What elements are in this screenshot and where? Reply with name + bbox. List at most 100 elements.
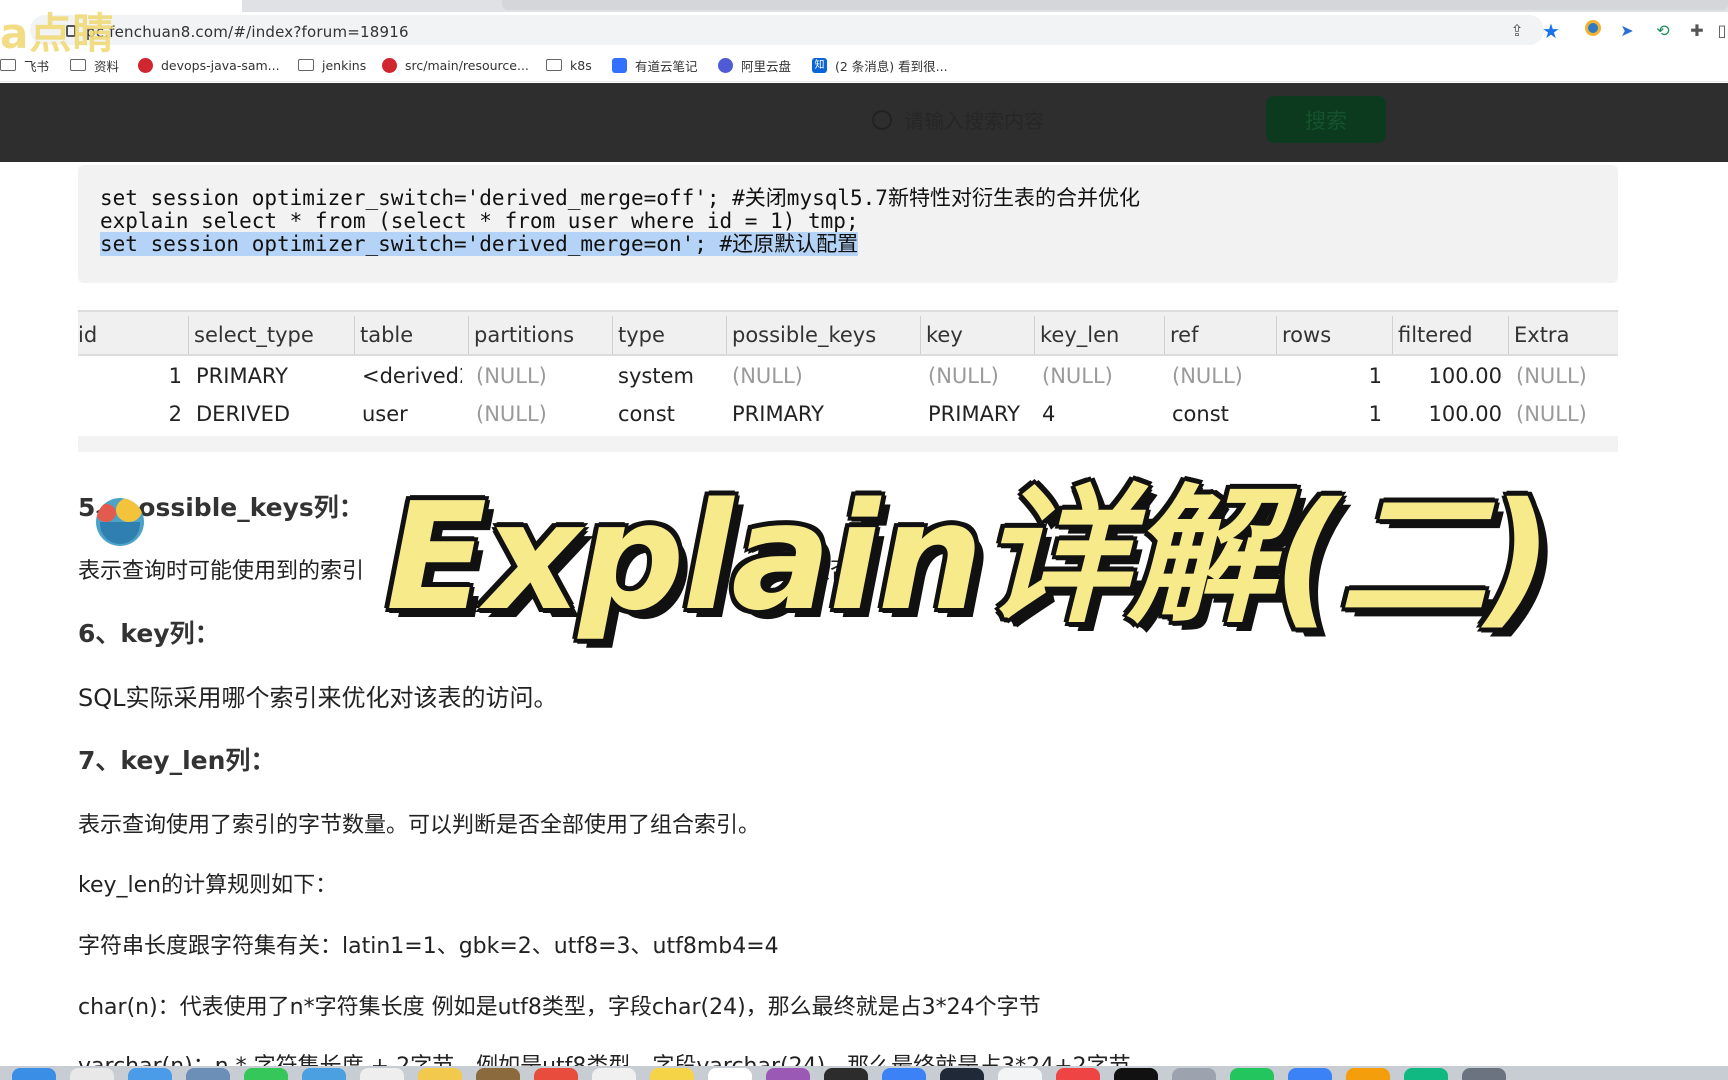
app-icon[interactable]: [650, 1068, 694, 1080]
code-line: explain select * from (select * from use…: [100, 209, 859, 233]
app-icon[interactable]: [1346, 1068, 1390, 1080]
code-block[interactable]: set session optimizer_switch='derived_me…: [78, 165, 1618, 283]
extension-icon[interactable]: ⟲: [1652, 20, 1674, 42]
table-cell: (NULL): [732, 364, 803, 388]
puzzle-icon[interactable]: ✚: [1686, 20, 1708, 42]
table-cell: (NULL): [1516, 402, 1587, 426]
table-cell: PRIMARY: [732, 402, 825, 426]
bookmark-item[interactable]: 有道云笔记: [612, 53, 698, 77]
trash-icon[interactable]: [1462, 1068, 1506, 1080]
column-header-ref[interactable]: ref: [1164, 322, 1199, 348]
explain-result-table: id select_type table partitions type pos…: [78, 310, 1618, 452]
bookmark-label: k8s: [570, 57, 592, 73]
app-icon[interactable]: [708, 1068, 752, 1080]
table-cell: DERIVED: [196, 402, 291, 426]
launchpad-icon[interactable]: [70, 1068, 114, 1080]
bookmark-item[interactable]: jenkins: [298, 53, 366, 77]
app-icon[interactable]: [1172, 1068, 1216, 1080]
terminal-icon[interactable]: [1114, 1068, 1158, 1080]
app-icon[interactable]: [186, 1068, 230, 1080]
app-icon[interactable]: [824, 1068, 868, 1080]
app-icon[interactable]: [940, 1068, 984, 1080]
gitee-icon: [138, 57, 153, 73]
paragraph: SQL实际采用哪个索引来优化对该表的访问。: [78, 684, 558, 712]
section-heading: 7、key_len列：: [78, 746, 276, 775]
app-icon[interactable]: [882, 1068, 926, 1080]
table-cell: PRIMARY: [928, 402, 1021, 426]
bookmark-label: (2 条消息) 看到很...: [835, 58, 948, 74]
app-icon[interactable]: [1288, 1068, 1332, 1080]
wechat-icon[interactable]: [1230, 1068, 1274, 1080]
column-header-rows[interactable]: rows: [1276, 322, 1331, 348]
inactive-tab[interactable]: [502, 0, 1728, 10]
table-cell: 1: [168, 364, 182, 388]
extension-icon[interactable]: [1582, 20, 1604, 42]
column-header-id[interactable]: id: [78, 322, 97, 348]
share-icon[interactable]: ⇪: [1506, 20, 1528, 42]
bookmark-label: src/main/resource...: [405, 57, 529, 73]
app-icon[interactable]: [534, 1068, 578, 1080]
paragraph: key_len的计算规则如下：: [78, 873, 338, 898]
url-text[interactable]: pc.fenchuan8.com/#/index?forum=18916: [86, 23, 409, 41]
table-cell: (NULL): [928, 364, 999, 388]
bookmark-item[interactable]: 知 (2 条消息) 看到很...: [812, 53, 948, 77]
app-icon[interactable]: [302, 1068, 346, 1080]
search-icon: [872, 110, 892, 130]
column-header-partitions[interactable]: partitions: [468, 322, 574, 348]
table-cell: const: [618, 402, 675, 426]
overlay-title: Explain详解(二): [386, 471, 1552, 643]
app-icon[interactable]: [1404, 1068, 1448, 1080]
app-icon[interactable]: [766, 1068, 810, 1080]
table-cell: system: [618, 364, 694, 388]
search-button[interactable]: 搜索: [1266, 96, 1386, 143]
messages-icon[interactable]: [244, 1068, 288, 1080]
bookmark-item[interactable]: src/main/resource...: [382, 53, 529, 77]
folder-icon: [298, 59, 314, 71]
column-header-table[interactable]: table: [354, 322, 413, 348]
aliyun-drive-icon: [718, 57, 733, 73]
bookmark-item[interactable]: k8s: [546, 53, 592, 77]
table-cell: (NULL): [1172, 364, 1243, 388]
address-bar[interactable]: pc.fenchuan8.com/#/index?forum=18916: [30, 15, 1544, 45]
table-cell: <derived2>: [362, 364, 462, 388]
column-header-type[interactable]: type: [612, 322, 665, 348]
code-line: set session optimizer_switch='derived_me…: [100, 186, 1140, 210]
site-header: 搜索: [0, 83, 1728, 162]
gitee-icon: [382, 57, 397, 73]
table-cell: 100.00: [1428, 364, 1502, 388]
column-header-filtered[interactable]: filtered: [1392, 322, 1473, 348]
browser-toolbar: pc.fenchuan8.com/#/index?forum=18916 ⇪ ★…: [0, 12, 1728, 48]
table-cell: 4: [1042, 402, 1056, 426]
sidebar-icon[interactable]: ▯: [1716, 20, 1728, 42]
column-header-key-len[interactable]: key_len: [1034, 322, 1119, 348]
notes-icon[interactable]: [418, 1068, 462, 1080]
extension-icon[interactable]: ➤: [1616, 20, 1638, 42]
paragraph: char(n)：代表使用了n*字符集长度 例如是utf8类型，字段char(24…: [78, 995, 1041, 1020]
code-line-selected: set session optimizer_switch='derived_me…: [100, 232, 859, 256]
column-header-extra[interactable]: Extra: [1508, 322, 1569, 348]
safari-icon[interactable]: [128, 1068, 172, 1080]
table-cell: (NULL): [476, 402, 547, 426]
bookmark-item[interactable]: 阿里云盘: [718, 53, 791, 77]
column-header-key[interactable]: key: [920, 322, 963, 348]
paragraph: 表示查询使用了索引的字节数量。可以判断是否全部使用了组合索引。: [78, 813, 761, 838]
bookmark-item[interactable]: devops-java-sam...: [138, 53, 280, 77]
app-icon[interactable]: [592, 1068, 636, 1080]
column-header-possible-keys[interactable]: possible_keys: [726, 322, 876, 348]
app-icon[interactable]: [360, 1068, 404, 1080]
search-input[interactable]: [904, 105, 1244, 137]
avatar[interactable]: [96, 498, 144, 546]
table-cell: (NULL): [476, 364, 547, 388]
folder-icon: [546, 59, 562, 71]
column-header-select-type[interactable]: select_type: [188, 322, 314, 348]
bookmark-label: 有道云笔记: [635, 58, 698, 74]
table-cell: PRIMARY: [196, 364, 289, 388]
paragraph: 字符串长度跟字符集有关：latin1=1、gbk=2、utf8=3、utf8mb…: [78, 934, 779, 959]
finder-icon[interactable]: [12, 1068, 56, 1080]
paragraph: 表示查询时可能使用到的索引: [78, 559, 365, 584]
bookmark-label: devops-java-sam...: [161, 57, 280, 73]
app-icon[interactable]: [998, 1068, 1042, 1080]
app-icon[interactable]: [476, 1068, 520, 1080]
bookmark-star-icon[interactable]: ★: [1540, 20, 1562, 42]
app-icon[interactable]: [1056, 1068, 1100, 1080]
